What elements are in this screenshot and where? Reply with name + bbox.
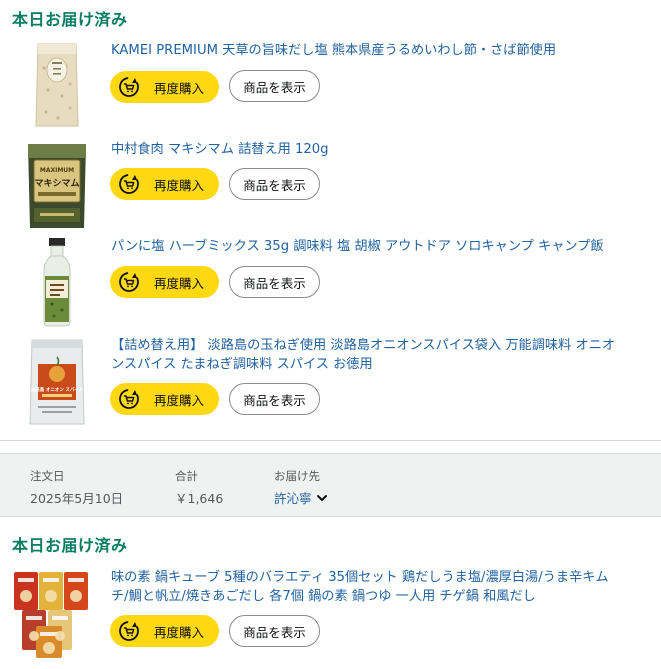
product-title-line: 味の素 鍋キューブ 5種のバラエティ 35個セット 鶏だしうま塩/濃厚白湯/うま… [111,570,609,585]
view-product-button[interactable]: 商品を表示 [229,266,320,298]
order-total-label: 合計 [175,469,198,483]
product-title-line: チ/鯛と帆立/焼きあごだし 各7個 鍋の素 鍋つゆ 一人用 チゲ鍋 和風だし [111,589,536,604]
buy-again-icon [119,389,139,409]
buy-again-button[interactable]: 再度購入 [110,168,219,200]
order-date-value: 2025年5月10日 [30,491,124,506]
view-product-button[interactable]: 商品を表示 [229,168,320,200]
section-divider [0,440,661,441]
onion-name-text: 淡路島 オニオン スパイス [31,386,84,393]
order-total-block: 合計 ￥1,646 [175,468,223,507]
maxim-brand-text: MAXIMUM [40,167,74,174]
buy-again-label: 再度購入 [154,392,205,408]
buy-again-icon [119,272,139,292]
chevron-down-icon [316,494,327,501]
product-title-line: ンスパイス たまねぎ調味料 スパイス お徳用 [111,357,373,372]
product-image[interactable] [24,38,90,128]
maxim-name-text: マキシマム [34,178,79,189]
product-image[interactable] [12,568,92,660]
order-date-block: 注文日 2025年5月10日 [30,468,123,507]
buy-again-button[interactable]: 再度購入 [110,266,219,298]
order-date-label: 注文日 [30,469,65,483]
buy-again-label: 再度購入 [154,624,205,640]
product-image[interactable] [24,236,90,328]
view-product-button[interactable]: 商品を表示 [229,383,320,415]
product-image[interactable]: MAXIMUM マキシマム [24,138,90,230]
product-title-link[interactable]: 中村食肉 マキシマム 詰替え用 120g [111,140,656,159]
product-title-link[interactable]: 【詰め替え用】 淡路島の玉ねぎ使用 淡路島オニオンスパイス袋入 万能調味料 オニ… [111,336,656,374]
buy-again-button[interactable]: 再度購入 [110,383,219,415]
delivery-status-heading: 本日お届け済み [12,10,128,29]
order-total-value: ￥1,646 [175,491,224,506]
buy-again-icon [119,621,139,641]
buy-again-label: 再度購入 [154,80,205,96]
view-product-button[interactable]: 商品を表示 [229,615,320,647]
buy-again-button[interactable]: 再度購入 [110,615,219,647]
buy-again-icon [119,77,139,97]
product-title-line: 【詰め替え用】 淡路島の玉ねぎ使用 淡路島オニオンスパイス袋入 万能調味料 オニ… [111,338,616,353]
product-title-link[interactable]: 味の素 鍋キューブ 5種のバラエティ 35個セット 鶏だしうま塩/濃厚白湯/うま… [111,568,656,606]
product-title-link[interactable]: KAMEI PREMIUM 天草の旨味だし塩 熊本県産うるめいわし節・さば節使用 [111,41,656,60]
ship-to-block: お届け先 許沁寧 [274,468,328,507]
delivery-status-heading: 本日お届け済み [12,536,128,555]
ship-to-name: 許沁寧 [274,491,312,506]
buy-again-button[interactable]: 再度購入 [110,71,219,103]
buy-again-icon [119,174,139,194]
view-product-button[interactable]: 商品を表示 [229,70,320,102]
ship-to-label: お届け先 [274,469,320,483]
order-summary-bar: 注文日 2025年5月10日 合計 ￥1,646 お届け先 許沁寧 [0,453,661,517]
buy-again-label: 再度購入 [154,275,205,291]
ship-to-dropdown[interactable]: 許沁寧 [274,488,328,507]
buy-again-label: 再度購入 [154,177,205,193]
product-image[interactable]: 淡路島 オニオン スパイス [24,336,90,426]
product-title-link[interactable]: パンに塩 ハーブミックス 35g 調味料 塩 胡椒 アウトドア ソロキャンプ キ… [111,237,656,256]
